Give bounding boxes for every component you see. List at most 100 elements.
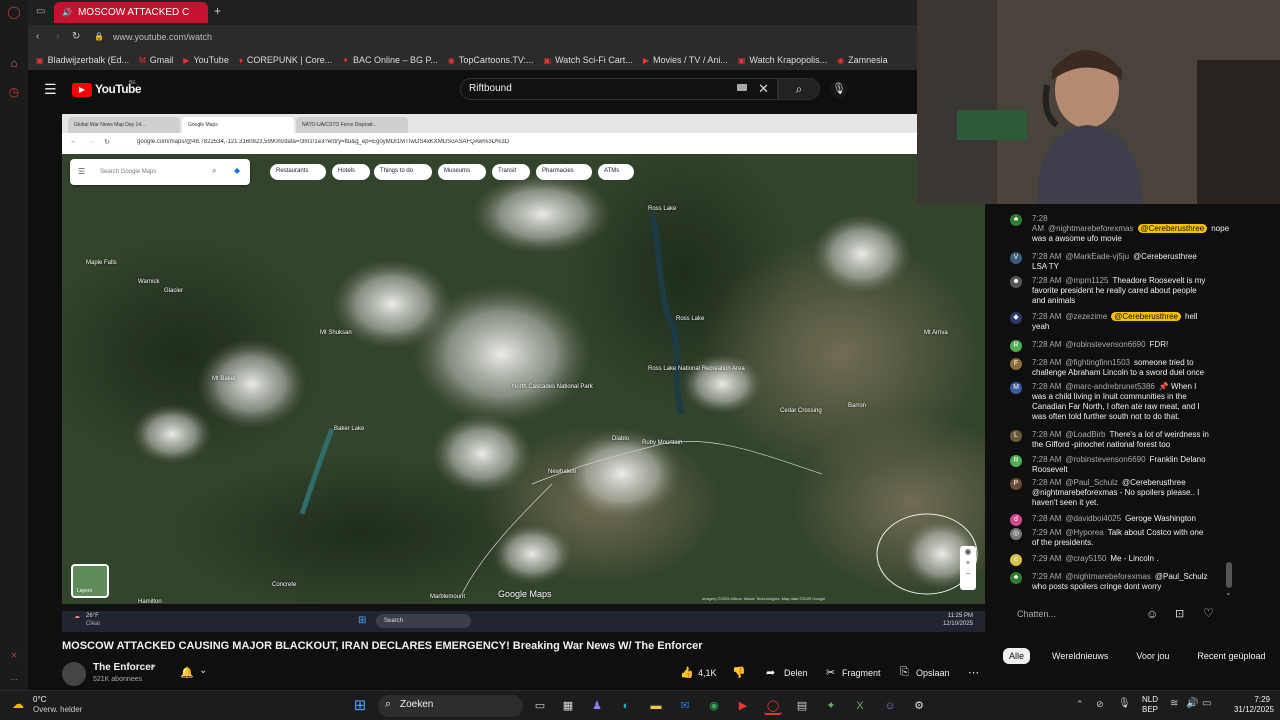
opera-logo-icon[interactable]: ◯ [6,4,22,20]
bookmark-item[interactable]: ▣ Bladwijzerbalk (Ed... [36,55,129,65]
outlook-icon[interactable]: ✉ [676,697,694,715]
map-chip[interactable]: Transit [492,164,530,180]
scroll-down-icon[interactable]: ⌄ [1225,588,1232,597]
chat-author[interactable]: @nightmarebeforexmas [1065,572,1151,581]
directions-icon[interactable]: ◆ [234,166,240,175]
lang-1[interactable]: NLD [1142,695,1158,704]
zoom-controls[interactable]: ◉ + − [960,546,976,590]
zoom-in-icon[interactable]: + [960,557,976,568]
bookmark-item[interactable]: ▣ Watch Krapopolis... [738,55,827,65]
filter-chip[interactable]: Voor jou [1130,648,1175,664]
bag-icon[interactable]: ⌂ [6,55,22,71]
map-chip[interactable]: Pharmacies [536,164,592,180]
map-chip[interactable]: Restaurants [270,164,326,180]
chat-avatar[interactable]: ☻ [1010,276,1022,288]
tray-network-off-icon[interactable]: ⊘ [1096,699,1104,710]
heart-icon[interactable]: ♡ [1203,606,1214,620]
chat-author[interactable]: @MarkEade-vj5ju [1065,252,1129,261]
map-search-box[interactable]: ☰ Search Google Maps ⌕ ◆ [70,159,250,185]
chat-avatar[interactable]: c [1010,554,1022,566]
tray-mic-icon[interactable]: 🎙 [1118,698,1131,709]
chat-scrollbar[interactable] [1226,562,1232,588]
save-button[interactable]: Opslaan [916,668,950,678]
layers-button[interactable]: Layers [71,564,109,598]
volume-icon[interactable]: 🔊 [1186,698,1198,709]
filter-chip[interactable]: Alle [1003,648,1031,664]
mention-pill[interactable]: @Cereberusthree [1137,224,1208,233]
chat-author[interactable]: @robinstevenson6690 [1065,455,1145,464]
save-icon[interactable]: ⎘ [900,666,909,679]
clip-button[interactable]: Fragment [842,668,881,678]
mention-pill[interactable]: @Cereberusthree [1111,312,1181,321]
emoji-icon[interactable]: ☺ [1146,607,1158,621]
clock-date[interactable]: 31/12/2025 [1224,705,1274,714]
bookmark-item[interactable]: ▶ YouTube [183,55,229,65]
chat-avatar[interactable]: ♣ [1010,214,1022,226]
youtube-play-icon[interactable]: ▶ [72,83,92,97]
video-player[interactable]: Global War News Map Day 14... Google Maps… [62,114,985,632]
chat-author[interactable]: @zezezime [1065,312,1107,321]
forward-icon[interactable]: › [56,31,59,42]
menu-icon[interactable]: ☰ [44,81,57,98]
calculator-icon[interactable]: ▤ [793,697,811,715]
bookmark-item[interactable]: ▣ Watch Sci-Fi Cart... [544,55,633,65]
chrome-icon[interactable]: ◉ [705,697,723,715]
history-icon[interactable]: ◷ [6,84,22,100]
channel-name[interactable]: The Enforcer [93,662,155,673]
mic-button[interactable]: 🎙 [830,80,848,98]
super-chat-icon[interactable]: ⊡ [1175,607,1184,620]
windows-start-icon[interactable]: ⊞ [351,697,369,715]
task-view-icon[interactable]: ▭ [531,697,549,715]
bookmark-item[interactable]: ♦ COREPUNK | Core... [239,55,332,65]
bookmark-item[interactable]: M Gmail [139,55,173,65]
chat-avatar[interactable]: F [1010,358,1022,370]
map-chip[interactable]: Museums [438,164,486,180]
more-icon[interactable]: ⋯ [968,666,979,679]
more-icon[interactable]: ⋯ [6,672,22,688]
chat-author[interactable]: @nightmarebeforexmas [1048,224,1134,233]
map-chip[interactable]: ATMs [598,164,634,180]
wifi-icon[interactable]: ≋ [1170,698,1178,709]
battery-icon[interactable]: ▭ [1202,698,1211,709]
chat-avatar[interactable]: R [1010,455,1022,467]
reload-icon[interactable]: ↻ [72,31,80,42]
chat-author[interactable]: @Hyporea [1065,528,1103,537]
zoom-out-icon[interactable]: − [960,568,976,579]
tray-chevron-icon[interactable]: ⌃ [1076,699,1084,710]
bell-icon[interactable]: 🔔 [180,666,194,679]
tab-active[interactable]: 🔊 MOSCOW ATTACKED C [54,2,208,23]
chat-author[interactable]: @marc-andrebrunet5386 [1065,382,1155,391]
chat-author[interactable]: @mpm1125 [1065,276,1108,285]
youtube-app-icon[interactable]: ▶ [734,697,752,715]
map-menu-icon[interactable]: ☰ [78,167,85,176]
back-icon[interactable]: ‹ [36,31,39,42]
clip-icon[interactable]: ✂ [826,666,835,679]
map-chip[interactable]: Things to do [374,164,432,180]
opera-icon[interactable]: ◯ [764,697,782,715]
chat-author[interactable]: @Paul_Schulz [1065,478,1118,487]
map-search-icon[interactable]: ⌕ [212,166,216,176]
steam-icon[interactable]: ⚙ [910,697,928,715]
chat-avatar[interactable]: V [1010,252,1022,264]
clock-time[interactable]: 7:29 [1224,695,1270,704]
chat-avatar[interactable]: ♣ [1010,572,1022,584]
filter-chip[interactable]: Recent geüpload [1191,648,1271,664]
app-icon-green[interactable]: ✦ [822,697,840,715]
chat-input[interactable]: Chatten... ☺ ⊡ ♡ [1005,604,1240,626]
chat-avatar[interactable]: ◆ [1010,312,1022,324]
chat-avatar[interactable]: R [1010,340,1022,352]
map-chip[interactable]: Hotels [332,164,370,180]
chat-author[interactable]: @davidboi4025 [1065,514,1121,523]
new-tab-button[interactable]: + [214,4,221,18]
bookmark-item[interactable]: ◉ Zamnesia [837,55,888,65]
like-icon[interactable]: 👍 [680,666,694,679]
search-button[interactable]: ⌕ [778,78,820,100]
store-icon[interactable]: ▦ [559,697,577,715]
chat-author[interactable]: @cray5150 [1065,554,1106,563]
keyboard-icon[interactable] [737,84,747,91]
excel-icon[interactable]: X [851,697,869,715]
bookmark-item[interactable]: ✦ BAC Online – BG P... [342,55,438,65]
bookmark-item[interactable]: ◉ TopCartoons.TV:... [448,55,534,65]
speaker-icon[interactable]: 🔊 [62,8,72,17]
chat-avatar[interactable]: L [1010,430,1022,442]
